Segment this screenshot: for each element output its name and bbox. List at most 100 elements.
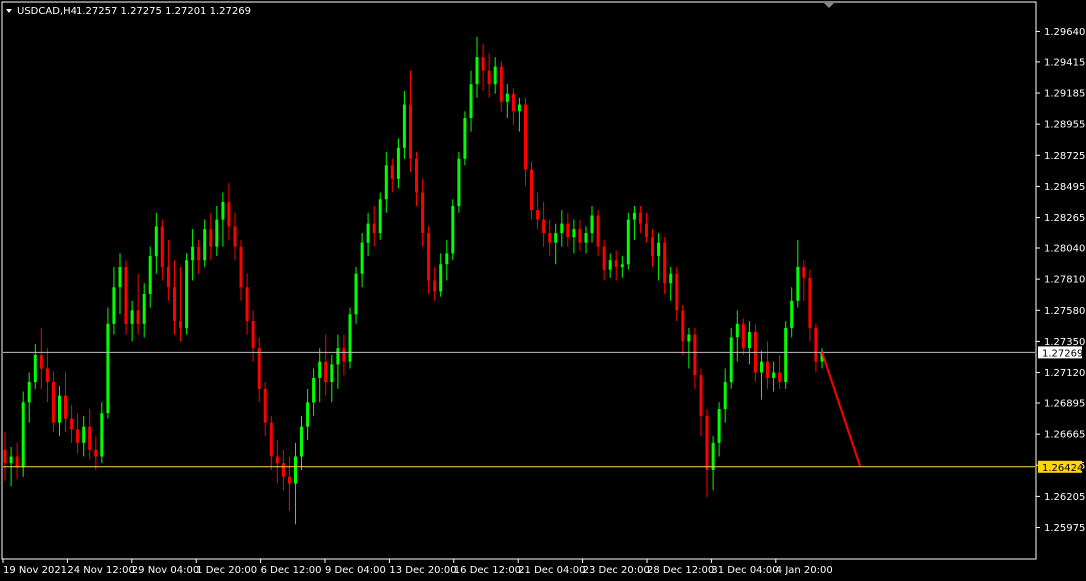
candle-body (499, 66, 503, 102)
current-price-tag: 1.27269 (1038, 346, 1083, 359)
candle-body (203, 229, 207, 261)
symbol-label: USDCAD,H4 (17, 6, 77, 17)
candle-body (409, 104, 412, 159)
candle-body (632, 212, 636, 220)
candle-body (118, 267, 122, 288)
y-axis-label: 1.28495 (1044, 182, 1085, 193)
x-axis-label: 31 Dec 04:00 (711, 565, 778, 576)
candle-body (88, 426, 92, 450)
candle-body (415, 158, 418, 193)
candle-body (215, 219, 219, 247)
x-axis-label: 23 Dec 20:00 (583, 565, 650, 576)
candle-body (717, 409, 721, 443)
x-axis-label: 1 Dec 20:00 (196, 565, 257, 576)
candle (348, 307, 352, 369)
x-axis-label: 29 Nov 04:00 (132, 565, 199, 576)
candle-body (312, 378, 316, 403)
candle-body (130, 310, 134, 324)
candle-body (475, 57, 479, 85)
candle-body (766, 361, 769, 378)
candle (463, 111, 467, 166)
candle-body (620, 264, 624, 267)
x-axis-label: 13 Dec 20:00 (389, 565, 456, 576)
x-axis-label: 21 Dec 04:00 (518, 565, 585, 576)
x-axis-label: 6 Dec 12:00 (261, 565, 322, 576)
candle-body (281, 463, 285, 477)
candle-body (741, 323, 745, 349)
candle-body (336, 348, 340, 365)
candle-body (124, 267, 128, 324)
candle-body (517, 104, 521, 112)
candle (378, 192, 382, 240)
candle-body (227, 202, 231, 227)
candle (124, 260, 128, 335)
candle-body (705, 415, 709, 470)
candle-body (608, 260, 612, 270)
candle-body (723, 382, 727, 410)
support-price-tag: 1.26424 (1038, 460, 1083, 474)
y-axis-label: 1.28725 (1044, 151, 1085, 162)
candle-body (487, 70, 491, 85)
candle-body (638, 212, 642, 224)
candle-body (421, 192, 425, 234)
y-axis-label: 1.27810 (1044, 275, 1085, 286)
candle-body (82, 426, 86, 443)
candle-body (45, 368, 49, 382)
candle-body (427, 233, 431, 281)
candle-body (511, 93, 515, 112)
candle-body (402, 104, 406, 148)
candle-body (645, 223, 648, 238)
candle-body (318, 361, 322, 378)
chart-background (0, 0, 1086, 581)
candle-body (136, 310, 140, 324)
candle-body (729, 337, 733, 383)
candle-body (173, 287, 176, 322)
candle-body (687, 334, 691, 342)
candle-body (711, 442, 715, 470)
candle (457, 151, 461, 213)
candle-body (560, 223, 564, 234)
y-axis-label: 1.28955 (1044, 120, 1085, 131)
candle-body (693, 334, 697, 376)
candle-body (179, 321, 182, 328)
candle-body (596, 215, 600, 247)
candle-body (524, 104, 527, 170)
candle-body (106, 323, 110, 414)
candle-body (572, 229, 576, 238)
candle-body (760, 361, 763, 373)
candle-body (457, 158, 461, 207)
y-axis-label: 1.29415 (1044, 57, 1085, 68)
candle (451, 199, 455, 261)
candle-body (578, 229, 582, 243)
candle-body (675, 273, 679, 311)
candle-body (657, 242, 661, 257)
candle-body (542, 219, 546, 234)
y-axis-label: 1.26665 (1044, 430, 1085, 441)
candle-body (439, 264, 443, 292)
candle (106, 307, 110, 419)
candle-body (548, 233, 552, 243)
candle-body (269, 422, 273, 457)
candle-body (530, 169, 533, 211)
x-axis-label: 4 Jan 20:00 (776, 565, 833, 576)
candle-body (790, 300, 794, 328)
candle-body (15, 456, 19, 468)
y-axis-label: 1.28040 (1044, 244, 1085, 255)
candle-body (306, 402, 310, 427)
candle-body (354, 273, 358, 315)
candle-body (651, 237, 654, 257)
y-axis-label: 1.27120 (1044, 368, 1085, 379)
candle-body (390, 165, 394, 179)
candle-body (814, 327, 818, 362)
candle-body (566, 223, 570, 238)
candle-body (554, 233, 558, 243)
candle-body (330, 364, 334, 382)
chart-canvas[interactable]: 1.29640 1.29415 1.29185 1.28955 1.28725 1.284… (0, 0, 1086, 581)
candle-body (796, 267, 800, 301)
y-axis-label: 1.29185 (1044, 89, 1085, 100)
support-price-label: 1.26424 (1042, 463, 1083, 474)
candle-body (772, 372, 776, 378)
candle-body (51, 382, 55, 423)
candle-body (166, 267, 170, 288)
candle (784, 321, 788, 389)
